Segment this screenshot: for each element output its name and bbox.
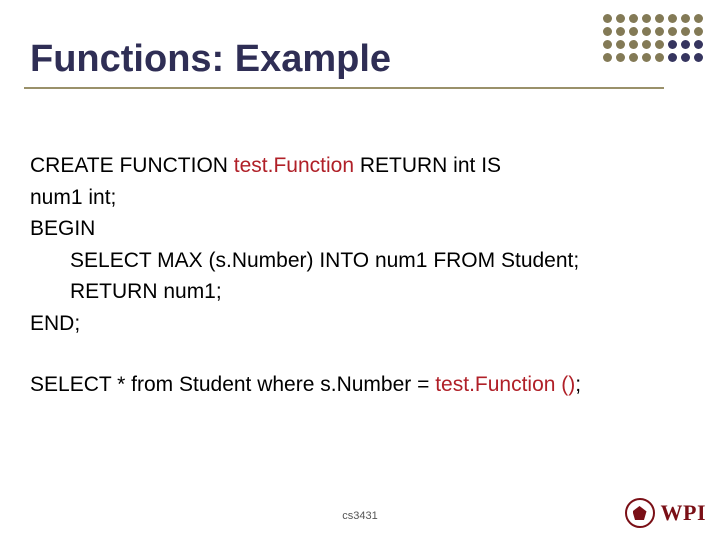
function-call: test.Function () (435, 373, 575, 396)
code-text: CREATE FUNCTION (30, 154, 234, 177)
logo-seal-icon (625, 498, 655, 528)
decorative-dots (603, 14, 704, 63)
wpi-logo: WPI (625, 498, 707, 528)
title-block: Functions: Example (30, 38, 610, 89)
query-text: ; (575, 373, 581, 396)
function-name: test.Function (234, 154, 354, 177)
slide: Functions: Example CREATE FUNCTION test.… (0, 0, 720, 540)
query-line: SELECT * from Student where s.Number = t… (30, 369, 690, 401)
code-line-3: BEGIN (30, 213, 690, 245)
title-rule (24, 87, 664, 89)
code-line-2: num1 int; (30, 182, 690, 214)
query-text: SELECT * from Student where s.Number = (30, 373, 435, 396)
footer-text: cs3431 (0, 510, 720, 522)
code-text: RETURN int IS (354, 154, 501, 177)
code-line-4: SELECT MAX (s.Number) INTO num1 FROM Stu… (30, 245, 690, 277)
code-line-1: CREATE FUNCTION test.Function RETURN int… (30, 150, 690, 182)
slide-title: Functions: Example (30, 38, 610, 81)
logo-text: WPI (661, 500, 707, 526)
code-line-5: RETURN num1; (30, 276, 690, 308)
slide-body: CREATE FUNCTION test.Function RETURN int… (30, 150, 690, 401)
code-line-6: END; (30, 308, 690, 340)
